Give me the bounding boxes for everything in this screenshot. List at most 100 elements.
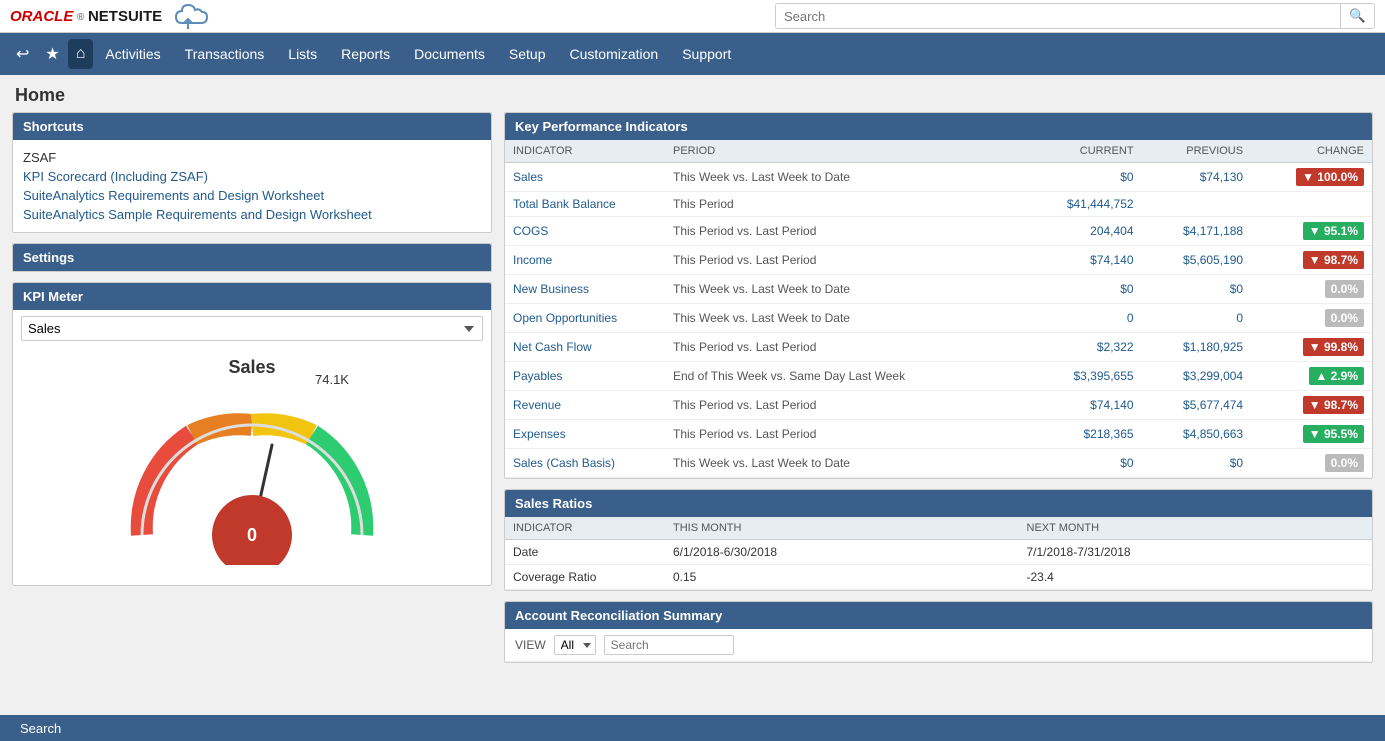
col-change: CHANGE (1251, 140, 1372, 163)
sales-ratios-panel: Sales Ratios INDICATOR THIS MONTH NEXT M… (504, 489, 1373, 591)
kpi-indicator: Sales (Cash Basis) (505, 449, 665, 478)
search-bar[interactable]: 🔍 (775, 3, 1375, 29)
kpi-table-row: Sales This Week vs. Last Week to Date $0… (505, 163, 1372, 192)
account-reconciliation-panel: Account Reconciliation Summary VIEW All (504, 601, 1373, 663)
home-icon-button[interactable]: ⌂ (68, 39, 94, 69)
kpi-table-row: Total Bank Balance This Period $41,444,7… (505, 192, 1372, 217)
kpi-table-row: COGS This Period vs. Last Period 204,404… (505, 217, 1372, 246)
sr-table-row: Coverage Ratio 0.15 -23.4 (505, 565, 1372, 590)
kpi-change (1251, 192, 1372, 217)
kpi-meter-panel: KPI Meter Sales Revenue Expenses Income … (12, 282, 492, 586)
settings-header: Settings (13, 244, 491, 271)
shortcut-link-3[interactable]: SuiteAnalytics Sample Requirements and D… (23, 205, 481, 224)
arc-view-select[interactable]: All (554, 635, 596, 655)
sr-col-indicator: INDICATOR (505, 517, 665, 540)
col-indicator: INDICATOR (505, 140, 665, 163)
nav-item-activities[interactable]: Activities (93, 33, 172, 75)
sr-indicator: Date (505, 540, 665, 565)
shortcut-link-1[interactable]: KPI Scorecard (Including ZSAF) (23, 167, 481, 186)
kpi-period: This Week vs. Last Week to Date (665, 449, 1022, 478)
nav-item-lists[interactable]: Lists (276, 33, 329, 75)
kpi-period: This Period vs. Last Period (665, 217, 1022, 246)
kpi-change: 0.0% (1251, 449, 1372, 478)
kpi-previous: $5,605,190 (1142, 246, 1252, 275)
sr-col-next-month: NEXT MONTH (1019, 517, 1373, 540)
kpi-change: ▲ 2.9% (1251, 362, 1372, 391)
shortcut-link-2[interactable]: SuiteAnalytics Requirements and Design W… (23, 186, 481, 205)
kpi-current: 0 (1022, 304, 1141, 333)
kpi-table-row: Revenue This Period vs. Last Period $74,… (505, 391, 1372, 420)
kpi-change: 0.0% (1251, 275, 1372, 304)
gauge-title: Sales (228, 357, 275, 378)
kpi-table-row: Sales (Cash Basis) This Week vs. Last We… (505, 449, 1372, 478)
kpi-previous: $1,180,925 (1142, 333, 1252, 362)
sr-header-row: INDICATOR THIS MONTH NEXT MONTH (505, 517, 1372, 540)
bottom-bar: Search (0, 715, 1385, 741)
kpi-previous: $4,850,663 (1142, 420, 1252, 449)
top-bar: ORACLE ® NETSUITE 🔍 (0, 0, 1385, 33)
kpi-select-wrapper: Sales Revenue Expenses Income (13, 310, 491, 347)
sr-table-body: Date 6/1/2018-6/30/2018 7/1/2018-7/31/20… (505, 540, 1372, 590)
kpi-period: End of This Week vs. Same Day Last Week (665, 362, 1022, 391)
change-badge-green: ▼ 95.1% (1303, 222, 1364, 240)
gauge-chart: 0 (112, 405, 392, 565)
kpi-indicator: Open Opportunities (505, 304, 665, 333)
search-input[interactable] (776, 5, 1340, 28)
kpi-table-row: Expenses This Period vs. Last Period $21… (505, 420, 1372, 449)
nav-item-setup[interactable]: Setup (497, 33, 558, 75)
kpi-current: 204,404 (1022, 217, 1141, 246)
kpi-meter-header: KPI Meter (13, 283, 491, 310)
kpi-change: ▼ 98.7% (1251, 391, 1372, 420)
arc-search-input[interactable] (604, 635, 734, 655)
kpi-previous: $3,299,004 (1142, 362, 1252, 391)
kpi-table-panel: Key Performance Indicators INDICATOR PER… (504, 112, 1373, 479)
settings-panel[interactable]: Settings (12, 243, 492, 272)
kpi-select[interactable]: Sales Revenue Expenses Income (21, 316, 483, 341)
sr-next-month: 7/1/2018-7/31/2018 (1019, 540, 1373, 565)
kpi-indicator: Expenses (505, 420, 665, 449)
kpi-table-row: Open Opportunities This Week vs. Last We… (505, 304, 1372, 333)
change-badge-green: ▼ 95.5% (1303, 425, 1364, 443)
sr-table-row: Date 6/1/2018-6/30/2018 7/1/2018-7/31/20… (505, 540, 1372, 565)
search-button[interactable]: 🔍 (1340, 4, 1374, 28)
change-badge-gray: 0.0% (1325, 280, 1364, 298)
nav-item-customization[interactable]: Customization (558, 33, 671, 75)
nav-item-documents[interactable]: Documents (402, 33, 497, 75)
kpi-change: ▼ 99.8% (1251, 333, 1372, 362)
kpi-current: $41,444,752 (1022, 192, 1141, 217)
kpi-indicator: COGS (505, 217, 665, 246)
history-icon-button[interactable]: ↩ (8, 38, 37, 70)
change-badge-red: ▼ 99.8% (1303, 338, 1364, 356)
kpi-previous: $0 (1142, 449, 1252, 478)
kpi-period: This Period (665, 192, 1022, 217)
kpi-period: This Period vs. Last Period (665, 420, 1022, 449)
favorites-icon-button[interactable]: ★ (37, 38, 67, 70)
sr-col-this-month: THIS MONTH (665, 517, 1019, 540)
arc-view-label: VIEW (515, 638, 546, 652)
kpi-indicator: Income (505, 246, 665, 275)
kpi-period: This Period vs. Last Period (665, 391, 1022, 420)
kpi-table-header-row: INDICATOR PERIOD CURRENT PREVIOUS CHANGE (505, 140, 1372, 163)
kpi-change: 0.0% (1251, 304, 1372, 333)
bottom-nav-search[interactable]: Search (10, 715, 71, 741)
shortcuts-panel: Shortcuts ZSAF KPI Scorecard (Including … (12, 112, 492, 233)
kpi-previous: $5,677,474 (1142, 391, 1252, 420)
col-period: PERIOD (665, 140, 1022, 163)
kpi-previous: $74,130 (1142, 163, 1252, 192)
nav-item-support[interactable]: Support (670, 33, 743, 75)
shortcut-item-0: ZSAF (23, 148, 481, 167)
kpi-indicator: Total Bank Balance (505, 192, 665, 217)
kpi-current: $3,395,655 (1022, 362, 1141, 391)
kpi-current: $0 (1022, 449, 1141, 478)
kpi-change: ▼ 95.1% (1251, 217, 1372, 246)
nav-item-reports[interactable]: Reports (329, 33, 402, 75)
page-title: Home (0, 75, 1385, 112)
gauge-container: Sales 74.1K (13, 347, 491, 585)
right-column: Key Performance Indicators INDICATOR PER… (504, 112, 1373, 663)
change-badge-red: ▼ 98.7% (1303, 251, 1364, 269)
sr-indicator: Coverage Ratio (505, 565, 665, 590)
account-reconciliation-header: Account Reconciliation Summary (505, 602, 1372, 629)
kpi-period: This Period vs. Last Period (665, 246, 1022, 275)
nav-item-transactions[interactable]: Transactions (173, 33, 277, 75)
nav-bar: ↩ ★ ⌂ Activities Transactions Lists Repo… (0, 33, 1385, 75)
